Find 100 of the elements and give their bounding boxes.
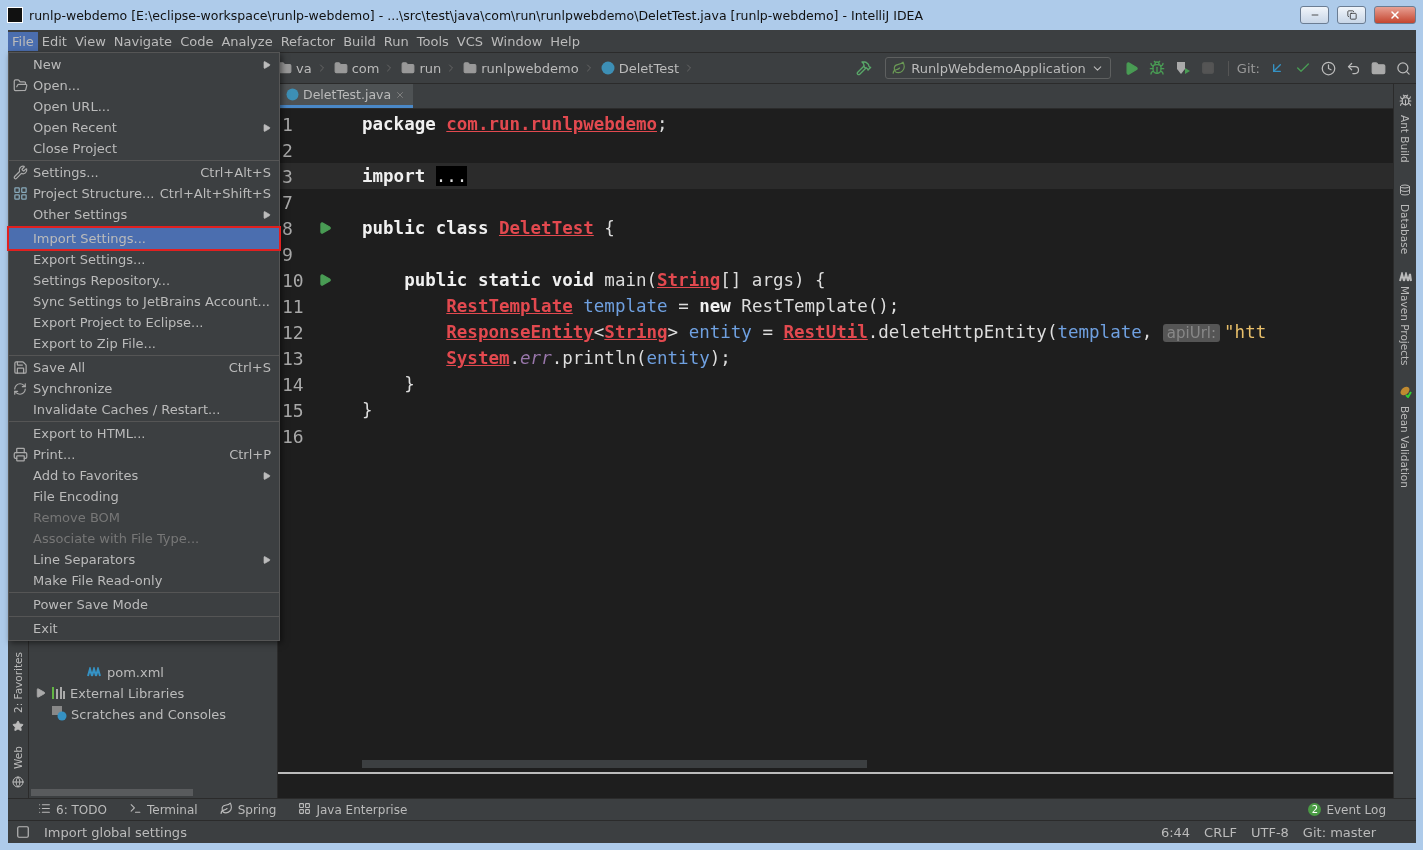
git-label: Git: <box>1227 60 1260 76</box>
tree-item[interactable]: pom.xml <box>107 665 164 680</box>
tool-window-tab[interactable]: Terminal <box>146 802 198 817</box>
leaf-icon <box>892 61 907 75</box>
status-item[interactable]: 6:44 <box>1160 824 1191 840</box>
bug-icon[interactable] <box>1148 60 1165 76</box>
menu-item[interactable]: Export to Zip File... <box>9 333 279 354</box>
menu-item[interactable]: Make File Read-only <box>9 570 279 591</box>
line-number: 1 <box>281 113 294 135</box>
editor-tab[interactable]: DeletTest.java <box>278 84 414 108</box>
panel-icon[interactable] <box>16 825 30 839</box>
menu-item[interactable]: Settings Repository... <box>9 270 279 291</box>
menu-title[interactable]: Window <box>487 31 547 51</box>
close-button[interactable] <box>1374 6 1416 24</box>
menu-item[interactable]: Settings... Ctrl+Alt+S <box>9 162 279 183</box>
menu-item[interactable]: Export Project to Eclipse... <box>9 312 279 333</box>
status-item[interactable]: CRLF <box>1204 824 1237 840</box>
tool-window-tab[interactable]: 6: TODO <box>56 802 107 817</box>
menu-title[interactable]: Code <box>176 31 218 51</box>
undo-icon[interactable] <box>1346 60 1361 76</box>
clock-icon[interactable] <box>1321 60 1336 76</box>
menu-item[interactable]: Open URL... <box>9 96 279 117</box>
code-line: RestTemplate template = new RestTemplate(); <box>445 296 900 316</box>
menu-item[interactable]: Save All Ctrl+S <box>9 357 279 378</box>
line-number: 7 <box>281 191 294 213</box>
folder-icon <box>13 78 28 93</box>
menu-item[interactable]: Export to HTML... <box>9 423 279 444</box>
line-number: 9 <box>281 243 294 265</box>
minimize-button[interactable] <box>1300 6 1329 24</box>
floppy-icon <box>13 360 28 375</box>
tool-window-tab[interactable]: Event Log <box>1326 802 1386 817</box>
maximize-button[interactable] <box>1337 6 1366 24</box>
search-icon[interactable] <box>1396 60 1411 76</box>
tool-window-tab[interactable]: Database <box>1399 203 1411 254</box>
menu-title[interactable]: Edit <box>37 31 71 51</box>
tree-item[interactable]: Scratches and Consoles <box>71 707 227 722</box>
menu-title[interactable]: Run <box>379 31 413 51</box>
tree-item[interactable]: External Libraries <box>70 686 185 701</box>
menu-item[interactable]: Synchronize <box>9 378 279 399</box>
code-line: import ... <box>362 166 468 186</box>
run-config-dropdown[interactable]: RunlpWebdemoApplication <box>885 57 1111 79</box>
hammer-icon[interactable] <box>856 60 873 76</box>
menu-item[interactable]: Close Project <box>9 138 279 159</box>
breadcrumb[interactable]: DeletTest <box>618 60 680 76</box>
menu-item[interactable]: Open Recent <box>9 117 279 138</box>
menu-item[interactable]: Project Structure... Ctrl+Alt+Shift+S <box>9 183 279 204</box>
breadcrumb[interactable]: com <box>351 60 380 76</box>
expand-arrow-icon[interactable] <box>36 687 46 700</box>
menu-title[interactable]: Tools <box>412 31 453 51</box>
code-line: public static void main(String[] args) { <box>403 270 826 290</box>
folder-icon[interactable] <box>1371 60 1386 76</box>
menu-item[interactable]: Line Separators <box>9 549 279 570</box>
line-number: 2 <box>281 139 294 161</box>
tool-window-tab[interactable]: Bean Validation <box>1399 406 1411 489</box>
run-icon[interactable] <box>318 273 332 287</box>
menu-item[interactable]: Print... Ctrl+P <box>9 444 279 465</box>
breadcrumb[interactable]: va <box>296 60 312 76</box>
shield-icon[interactable] <box>1174 60 1191 76</box>
count-badge: 2 <box>1308 803 1322 816</box>
menu-title[interactable]: Refactor <box>276 31 340 51</box>
menu-title[interactable]: Help <box>546 31 584 51</box>
menu-item[interactable]: Other Settings <box>9 204 279 225</box>
status-item[interactable]: Git: master <box>1302 824 1376 840</box>
line-number: 8 <box>281 217 294 239</box>
folder-icon <box>401 61 416 75</box>
menu-title[interactable]: View <box>70 31 110 51</box>
tool-window-tab[interactable]: 2: Favorites <box>12 652 24 714</box>
menu-item[interactable]: Add to Favorites <box>9 465 279 486</box>
line-number: 16 <box>281 425 305 447</box>
breadcrumb[interactable]: run <box>419 60 442 76</box>
menu-item[interactable]: Invalidate Caches / Restart... <box>9 399 279 420</box>
menu-item[interactable]: Sync Settings to JetBrains Account... <box>9 291 279 312</box>
status-item[interactable]: UTF-8 <box>1250 824 1289 840</box>
tool-window-tab[interactable]: Web <box>12 746 24 769</box>
scrollbar[interactable] <box>31 789 193 796</box>
menu-title[interactable]: Navigate <box>109 31 177 51</box>
code-line: public class DeletTest { <box>362 218 615 238</box>
menu-title[interactable]: Analyze <box>217 31 277 51</box>
menu-item[interactable]: Exit <box>9 618 279 639</box>
scrollbar[interactable] <box>362 760 867 768</box>
tool-window-tab[interactable]: Spring <box>237 802 277 817</box>
folder-icon <box>463 61 478 75</box>
line-number: 13 <box>281 347 305 369</box>
menu-item[interactable]: Open... <box>9 75 279 96</box>
run-icon[interactable] <box>318 221 332 235</box>
menu-item[interactable]: Power Save Mode <box>9 594 279 615</box>
menu-item[interactable]: New <box>9 54 279 75</box>
menu-title[interactable]: Build <box>339 31 380 51</box>
tool-window-tab[interactable]: Java Enterprise <box>316 802 408 817</box>
tool-window-tab[interactable]: Maven Projects <box>1399 285 1411 366</box>
line-number: 10 <box>281 269 305 291</box>
menu-title[interactable]: VCS <box>452 31 488 51</box>
play-icon[interactable] <box>1123 60 1139 76</box>
menu-item[interactable]: File Encoding <box>9 486 279 507</box>
tool-window-tab[interactable]: Ant Build <box>1399 115 1411 163</box>
close-icon[interactable] <box>395 89 406 100</box>
app-icon <box>7 7 23 23</box>
menu-item[interactable]: Export Settings... <box>9 249 279 270</box>
grid-icon <box>13 186 28 201</box>
breadcrumb[interactable]: runlpwebdemo <box>481 60 579 76</box>
